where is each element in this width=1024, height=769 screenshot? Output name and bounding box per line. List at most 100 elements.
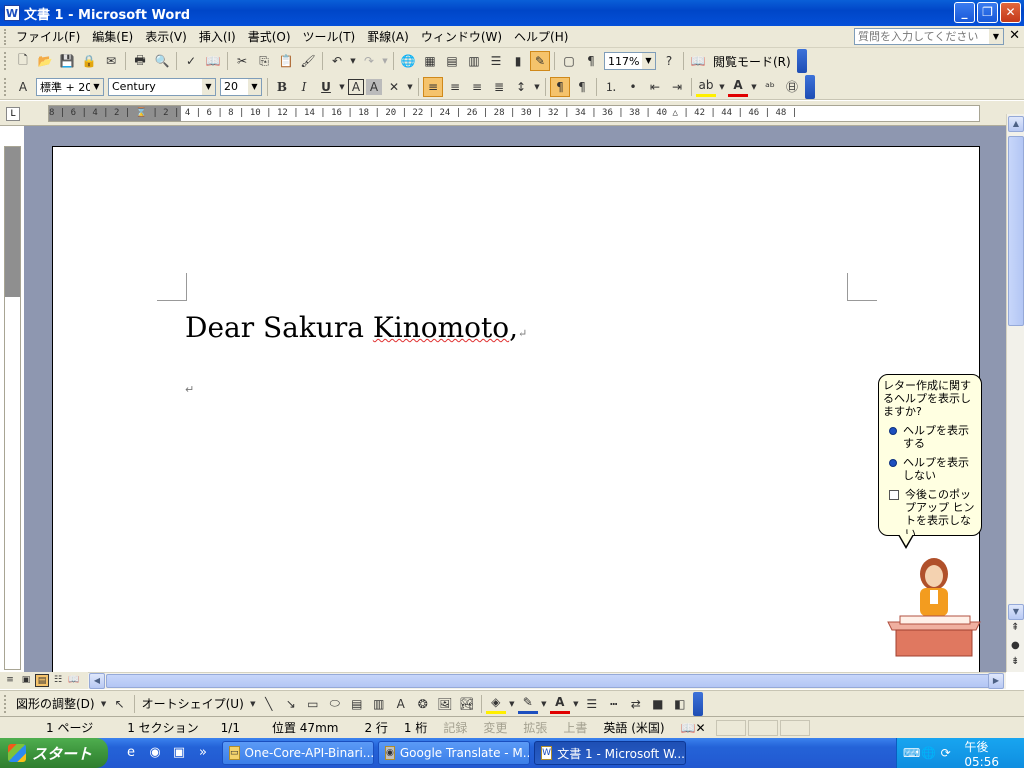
taskbar-item-word[interactable]: W 文書 1 - Microsoft W... — [534, 741, 686, 765]
web-layout-icon[interactable]: ▣ — [19, 674, 33, 687]
toolbar-grip[interactable] — [4, 52, 9, 70]
decrease-indent-icon[interactable]: ⇤ — [645, 77, 665, 97]
redo-dropdown-icon[interactable]: ▼ — [381, 51, 389, 71]
next-page-icon[interactable]: ⇟ — [1011, 656, 1019, 667]
scroll-up-icon[interactable]: ▲ — [1008, 116, 1024, 132]
drawing-icon[interactable]: ▮ — [508, 51, 528, 71]
font-select[interactable]: Century ▼ — [108, 77, 216, 96]
drawing-toolbar-icon[interactable]: ✎ — [530, 51, 550, 71]
enclose-characters-icon[interactable]: ㊐ — [782, 77, 802, 97]
shadow-style-icon[interactable]: ■ — [648, 694, 668, 714]
menu-file[interactable]: ファイル(F) — [10, 28, 86, 45]
zoom-dropdown-icon[interactable]: ▼ — [642, 53, 655, 69]
ltr-icon[interactable]: ¶ — [550, 76, 570, 97]
highlight-icon[interactable]: ab — [696, 77, 716, 97]
columns-icon[interactable]: ☰ — [486, 51, 506, 71]
document-close-icon[interactable]: ✕ — [1009, 28, 1020, 43]
print-layout-icon[interactable]: ▤ — [35, 674, 49, 687]
menu-insert[interactable]: 挿入(I) — [193, 28, 242, 45]
autoshapes-button[interactable]: オートシェイプ(U) — [142, 695, 244, 712]
format-painter-icon[interactable]: 🖌 — [298, 51, 318, 71]
media-player-icon[interactable]: ◉ — [146, 744, 164, 762]
scroll-down-icon[interactable]: ▼ — [1008, 604, 1024, 620]
print-icon[interactable]: 🖶 — [130, 51, 150, 71]
bullets-icon[interactable]: • — [623, 77, 643, 97]
font-color-icon[interactable]: A — [728, 77, 748, 97]
line-color-dropdown-icon[interactable]: ▼ — [540, 694, 548, 714]
zoom-select[interactable]: 117% ▼ — [604, 52, 656, 70]
line-icon[interactable]: ╲ — [259, 694, 279, 714]
taskbar-item-translate[interactable]: ◉ Google Translate - M... — [378, 741, 530, 765]
picture-icon[interactable]: 🏞 — [457, 694, 477, 714]
cut-icon[interactable]: ✂ — [232, 51, 252, 71]
document-text-line[interactable]: Dear Sakura Kinomoto,↵ — [185, 311, 527, 344]
vertical-text-box-icon[interactable]: ▥ — [369, 694, 389, 714]
help-search-dropdown-icon[interactable]: ▼ — [989, 29, 1003, 44]
status-overtype[interactable]: 上書 — [555, 719, 595, 736]
reading-mode-button[interactable]: 閲覧モード(R) — [713, 53, 791, 70]
menu-tools[interactable]: ツール(T) — [297, 28, 362, 45]
vertical-scroll-thumb[interactable] — [1008, 136, 1024, 326]
start-button[interactable]: スタート — [0, 738, 108, 768]
highlight-dropdown-icon[interactable]: ▼ — [718, 77, 726, 97]
phonetic-guide-icon[interactable]: ᵃᵇ — [760, 77, 780, 97]
toolbar-options-icon[interactable] — [692, 691, 703, 716]
line-spacing-dropdown-icon[interactable]: ▼ — [533, 77, 541, 97]
italic-icon[interactable]: I — [294, 77, 314, 97]
character-border-icon[interactable]: A — [348, 78, 364, 95]
status-language[interactable]: 英語 (米国) — [595, 719, 672, 736]
close-button[interactable]: ✕ — [1000, 2, 1021, 23]
line-color-icon[interactable]: ✎ — [517, 694, 538, 714]
misspelled-word[interactable]: Kinomoto — [373, 311, 509, 344]
draw-dropdown-icon[interactable]: ▼ — [100, 694, 108, 714]
diagram-icon[interactable]: ❂ — [413, 694, 433, 714]
numbering-icon[interactable]: ⒈ — [601, 77, 621, 97]
character-shading-icon[interactable]: A — [366, 78, 382, 95]
vertical-ruler[interactable] — [4, 146, 21, 670]
word-app-icon[interactable]: W — [4, 5, 20, 21]
line-spacing-icon[interactable]: ↕ — [511, 77, 531, 97]
status-record-macro[interactable]: 記録 — [435, 719, 475, 736]
research-icon[interactable]: 📖 — [203, 51, 223, 71]
font-size-dropdown-icon[interactable]: ▼ — [248, 78, 261, 95]
status-track-changes[interactable]: 変更 — [475, 719, 515, 736]
horizontal-scrollbar[interactable]: ◀ ▶ — [88, 672, 1006, 689]
horizontal-ruler[interactable]: 8 | 6 | 4 | 2 | ⌛ | 2 | 4 | 6 | 8 | 10 |… — [48, 105, 980, 122]
text-box-icon[interactable]: ▤ — [347, 694, 367, 714]
toolbar-options-icon[interactable] — [796, 49, 807, 73]
oval-icon[interactable]: ⬭ — [325, 694, 345, 714]
drawing-font-color-icon[interactable]: A — [549, 694, 570, 714]
increase-indent-icon[interactable]: ⇥ — [667, 77, 687, 97]
spelling-status-icon[interactable]: 📖✕ — [673, 721, 714, 735]
dont-show-checkbox[interactable]: 今後このポップアップ ヒントを表示しない — [883, 488, 977, 540]
font-color-dropdown-icon[interactable]: ▼ — [750, 77, 758, 97]
justify-icon[interactable]: ≣ — [489, 77, 509, 97]
select-objects-icon[interactable]: ↖ — [110, 694, 130, 714]
bold-icon[interactable]: B — [272, 77, 292, 97]
restore-button[interactable]: ❐ — [977, 2, 998, 23]
clip-art-icon[interactable]: 🖼 — [435, 694, 455, 714]
clock[interactable]: 午後 05:56 — [964, 738, 1024, 769]
paste-icon[interactable]: 📋 — [276, 51, 296, 71]
rtl-icon[interactable]: ¶ — [572, 77, 592, 97]
toolbar-grip[interactable] — [4, 694, 9, 713]
permission-icon[interactable]: 🔒 — [79, 51, 99, 71]
horizontal-scroll-thumb[interactable] — [106, 674, 990, 688]
document-page[interactable]: Dear Sakura Kinomoto,↵ ↵ — [52, 146, 980, 672]
style-select[interactable]: 標準 + 20 ▼ — [36, 77, 104, 96]
align-center-icon[interactable]: ≡ — [445, 77, 465, 97]
wordart-icon[interactable]: A — [391, 694, 411, 714]
copy-icon[interactable]: ⎘ — [254, 51, 274, 71]
font-dropdown-icon[interactable]: ▼ — [202, 78, 215, 95]
line-style-icon[interactable]: ☰ — [582, 694, 602, 714]
menu-format[interactable]: 書式(O) — [242, 28, 297, 45]
autoshapes-dropdown-icon[interactable]: ▼ — [249, 694, 257, 714]
menu-edit[interactable]: 編集(E) — [86, 28, 139, 45]
quick-launch-expand-icon[interactable]: » — [194, 744, 212, 762]
menu-help[interactable]: ヘルプ(H) — [508, 28, 574, 45]
draw-menu-button[interactable]: 図形の調整(D) — [16, 695, 95, 712]
taskbar-item-folder[interactable]: ▭ One-Core-API-Binari... — [222, 741, 374, 765]
font-size-select[interactable]: 20 ▼ — [220, 77, 262, 96]
print-preview-icon[interactable]: 🔍 — [152, 51, 172, 71]
document-map-icon[interactable]: ▢ — [559, 51, 579, 71]
